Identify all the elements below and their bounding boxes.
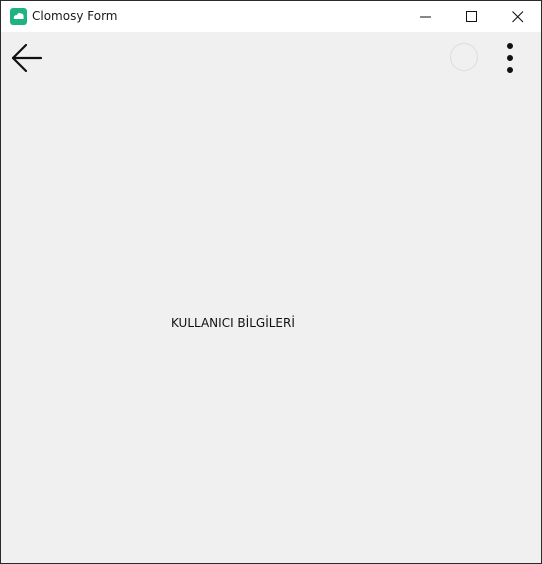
menu-dot [507,67,513,73]
back-button[interactable] [9,40,45,76]
user-info-heading: KULLANICI BİLGİLERİ [171,316,295,330]
form-content: KULLANICI BİLGİLERİ [1,32,541,563]
minimize-button[interactable] [403,1,449,32]
loading-spinner-icon [450,43,478,71]
minimize-icon [420,16,431,18]
title-bar[interactable]: Clomosy Form [1,1,541,32]
arrow-left-icon [11,43,43,73]
close-button[interactable] [495,1,541,32]
close-icon [512,11,524,23]
clomosy-logo-icon [10,8,27,25]
menu-dot [507,43,513,49]
window-title: Clomosy Form [32,9,118,23]
more-menu-button[interactable] [497,40,525,76]
app-window: Clomosy Form KULLANICI BİLGİLERİ [0,0,542,564]
maximize-button[interactable] [449,1,495,32]
maximize-icon [466,11,477,22]
menu-dot [507,55,513,61]
